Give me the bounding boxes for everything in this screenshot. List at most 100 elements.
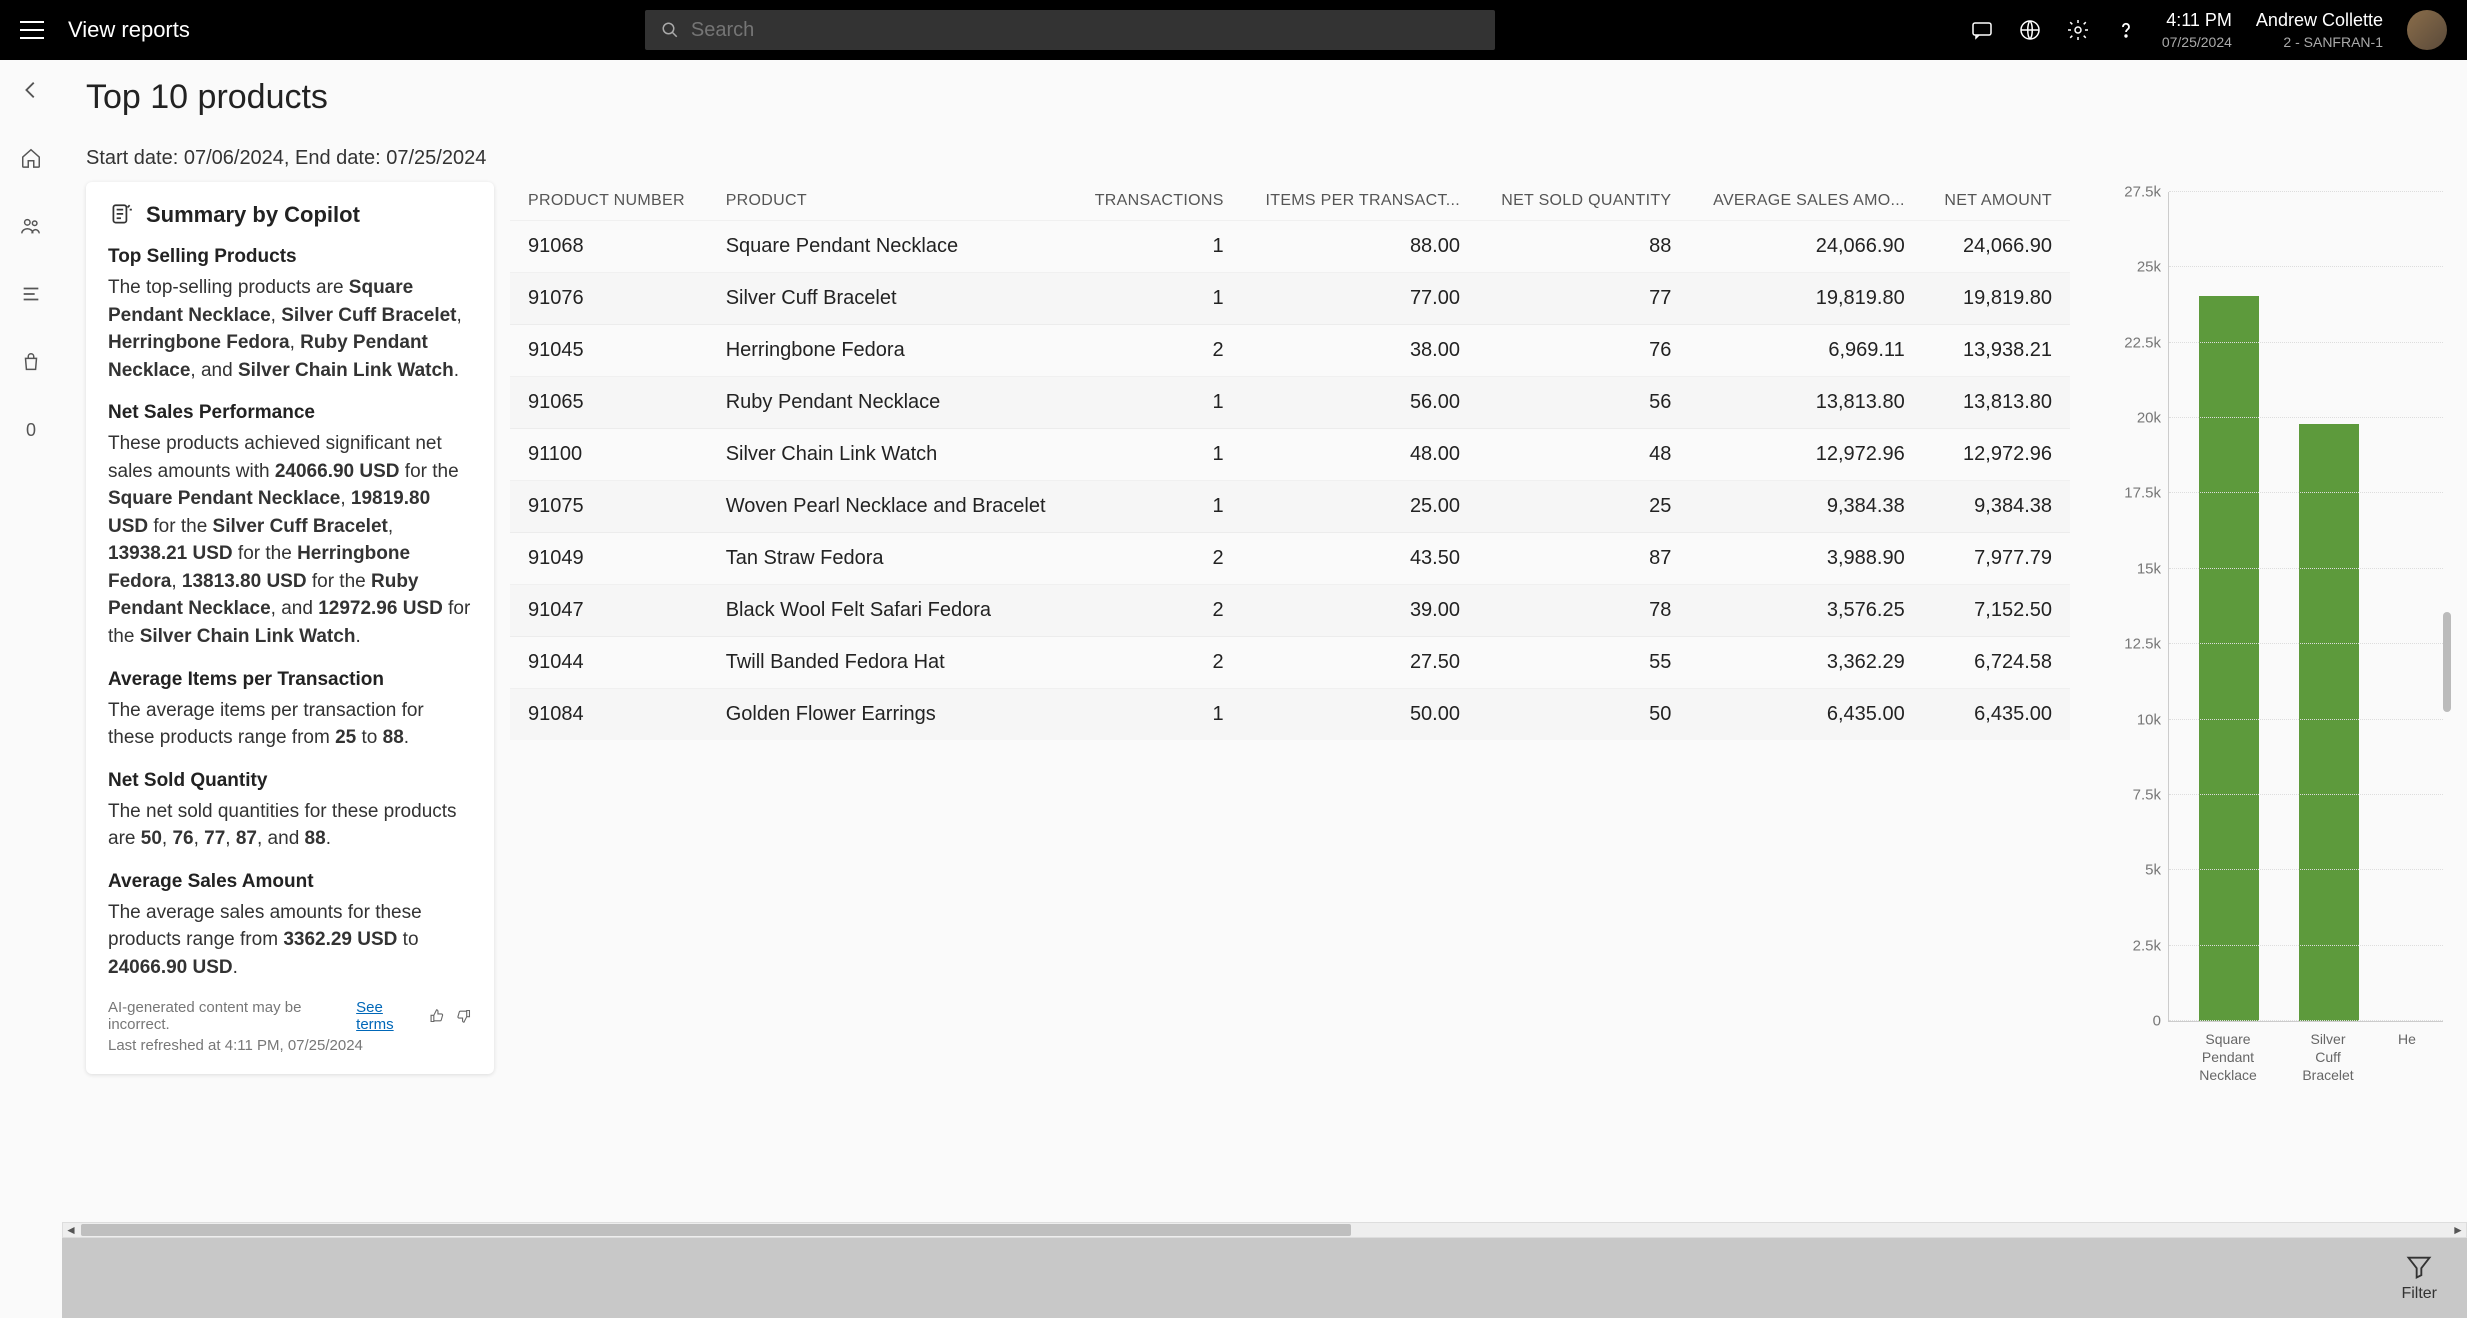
cell-product-number: 91075 xyxy=(510,481,708,533)
bag-icon[interactable] xyxy=(17,348,45,376)
horizontal-scrollbar[interactable]: ◄ ► xyxy=(62,1222,2467,1238)
settings-icon[interactable] xyxy=(2066,18,2090,42)
cell-net-sold: 50 xyxy=(1478,689,1689,741)
filter-button[interactable]: Filter xyxy=(2401,1253,2437,1303)
cell-avg-sales: 6,435.00 xyxy=(1689,689,1922,741)
thumbs-up-icon[interactable] xyxy=(429,1007,446,1025)
chart-ytick: 25k xyxy=(2137,259,2161,276)
chart-ytick: 20k xyxy=(2137,410,2161,427)
cell-items-per: 77.00 xyxy=(1242,273,1478,325)
cell-transactions: 1 xyxy=(1073,689,1242,741)
avatar[interactable] xyxy=(2407,10,2447,50)
copilot-refreshed: Last refreshed at 4:11 PM, 07/25/2024 xyxy=(108,1037,472,1054)
cell-net-sold: 48 xyxy=(1478,429,1689,481)
menu-button[interactable] xyxy=(20,18,44,42)
cell-avg-sales: 24,066.90 xyxy=(1689,221,1922,273)
cell-avg-sales: 13,813.80 xyxy=(1689,377,1922,429)
cell-avg-sales: 3,362.29 xyxy=(1689,637,1922,689)
thumbs-down-icon[interactable] xyxy=(455,1007,472,1025)
chart-ytick: 7.5k xyxy=(2133,786,2161,803)
copilot-text: The average sales amounts for these prod… xyxy=(108,899,472,982)
products-table: PRODUCT NUMBER PRODUCT TRANSACTIONS ITEM… xyxy=(510,182,2070,1212)
table-row[interactable]: 91045Herringbone Fedora238.00766,969.111… xyxy=(510,325,2070,377)
cell-net-amount: 6,724.58 xyxy=(1923,637,2070,689)
th-avg-sales[interactable]: AVERAGE SALES AMO... xyxy=(1689,182,1922,221)
table-row[interactable]: 91044Twill Banded Fedora Hat227.50553,36… xyxy=(510,637,2070,689)
chart-ytick: 10k xyxy=(2137,711,2161,728)
section-top-selling: Top Selling Products xyxy=(108,246,472,268)
table-row[interactable]: 91068Square Pendant Necklace188.008824,0… xyxy=(510,221,2070,273)
search-box[interactable] xyxy=(645,10,1495,50)
chart-scrollbar[interactable] xyxy=(2443,612,2451,712)
cell-items-per: 50.00 xyxy=(1242,689,1478,741)
scroll-thumb[interactable] xyxy=(81,1224,1351,1236)
count-badge: 0 xyxy=(17,416,45,444)
help-icon[interactable] xyxy=(2114,18,2138,42)
cell-product: Square Pendant Necklace xyxy=(708,221,1073,273)
cell-transactions: 1 xyxy=(1073,429,1242,481)
cell-product-number: 91049 xyxy=(510,533,708,585)
copilot-disclaimer: AI-generated content may be incorrect. xyxy=(108,999,346,1033)
cell-net-amount: 9,384.38 xyxy=(1923,481,2070,533)
chart-ytick: 0 xyxy=(2153,1013,2161,1030)
table-row[interactable]: 91049Tan Straw Fedora243.50873,988.907,9… xyxy=(510,533,2070,585)
page-title: Top 10 products xyxy=(86,78,2443,117)
cell-net-amount: 6,435.00 xyxy=(1923,689,2070,741)
table-row[interactable]: 91100Silver Chain Link Watch148.004812,9… xyxy=(510,429,2070,481)
table-row[interactable]: 91076Silver Cuff Bracelet177.007719,819.… xyxy=(510,273,2070,325)
cell-net-amount: 13,938.21 xyxy=(1923,325,2070,377)
top-header: View reports 4:11 PM 07/25/2024 Andrew C… xyxy=(0,0,2467,60)
see-terms-link[interactable]: See terms xyxy=(356,999,419,1033)
th-product[interactable]: PRODUCT xyxy=(708,182,1073,221)
username: Andrew Collette xyxy=(2256,9,2383,32)
cell-transactions: 2 xyxy=(1073,533,1242,585)
cell-net-sold: 76 xyxy=(1478,325,1689,377)
cell-avg-sales: 19,819.80 xyxy=(1689,273,1922,325)
cell-items-per: 56.00 xyxy=(1242,377,1478,429)
chart-bar[interactable] xyxy=(2199,296,2259,1022)
th-product-number[interactable]: PRODUCT NUMBER xyxy=(510,182,708,221)
cell-avg-sales: 3,988.90 xyxy=(1689,533,1922,585)
table-row[interactable]: 91075Woven Pearl Necklace and Bracelet12… xyxy=(510,481,2070,533)
table-row[interactable]: 91047Black Wool Felt Safari Fedora239.00… xyxy=(510,585,2070,637)
cell-net-amount: 12,972.96 xyxy=(1923,429,2070,481)
cell-transactions: 1 xyxy=(1073,481,1242,533)
section-net-sales: Net Sales Performance xyxy=(108,402,472,424)
search-input[interactable] xyxy=(691,19,1479,42)
cell-net-sold: 88 xyxy=(1478,221,1689,273)
people-icon[interactable] xyxy=(17,212,45,240)
th-transactions[interactable]: TRANSACTIONS xyxy=(1073,182,1242,221)
table-row[interactable]: 91065Ruby Pendant Necklace156.005613,813… xyxy=(510,377,2070,429)
chart-xlabel: Square Pendant Necklace xyxy=(2198,1030,2258,1085)
cell-net-sold: 56 xyxy=(1478,377,1689,429)
cell-avg-sales: 12,972.96 xyxy=(1689,429,1922,481)
home-icon[interactable] xyxy=(17,144,45,172)
th-net-amount[interactable]: NET AMOUNT xyxy=(1923,182,2070,221)
header-time: 4:11 PM xyxy=(2162,9,2232,32)
globe-icon[interactable] xyxy=(2018,18,2042,42)
copilot-text: These products achieved significant net … xyxy=(108,430,472,650)
section-avg-items: Average Items per Transaction xyxy=(108,669,472,691)
list-icon[interactable] xyxy=(17,280,45,308)
chart-ytick: 2.5k xyxy=(2133,937,2161,954)
cell-net-sold: 77 xyxy=(1478,273,1689,325)
cell-transactions: 2 xyxy=(1073,325,1242,377)
cell-product: Golden Flower Earrings xyxy=(708,689,1073,741)
chart-bar[interactable] xyxy=(2299,424,2359,1021)
cell-product: Silver Chain Link Watch xyxy=(708,429,1073,481)
cell-net-sold: 87 xyxy=(1478,533,1689,585)
table-row[interactable]: 91084Golden Flower Earrings150.00506,435… xyxy=(510,689,2070,741)
scroll-left-icon[interactable]: ◄ xyxy=(63,1223,79,1237)
chart-ytick: 15k xyxy=(2137,560,2161,577)
th-items-per[interactable]: ITEMS PER TRANSACT... xyxy=(1242,182,1478,221)
back-icon[interactable] xyxy=(17,76,45,104)
chat-icon[interactable] xyxy=(1970,18,1994,42)
cell-items-per: 38.00 xyxy=(1242,325,1478,377)
th-net-sold[interactable]: NET SOLD QUANTITY xyxy=(1478,182,1689,221)
scroll-right-icon[interactable]: ► xyxy=(2450,1223,2466,1237)
section-avg-sales: Average Sales Amount xyxy=(108,871,472,893)
copilot-text: The average items per transaction for th… xyxy=(108,697,472,752)
filter-label: Filter xyxy=(2401,1285,2437,1303)
cell-product-number: 91065 xyxy=(510,377,708,429)
header-date: 07/25/2024 xyxy=(2162,33,2232,51)
